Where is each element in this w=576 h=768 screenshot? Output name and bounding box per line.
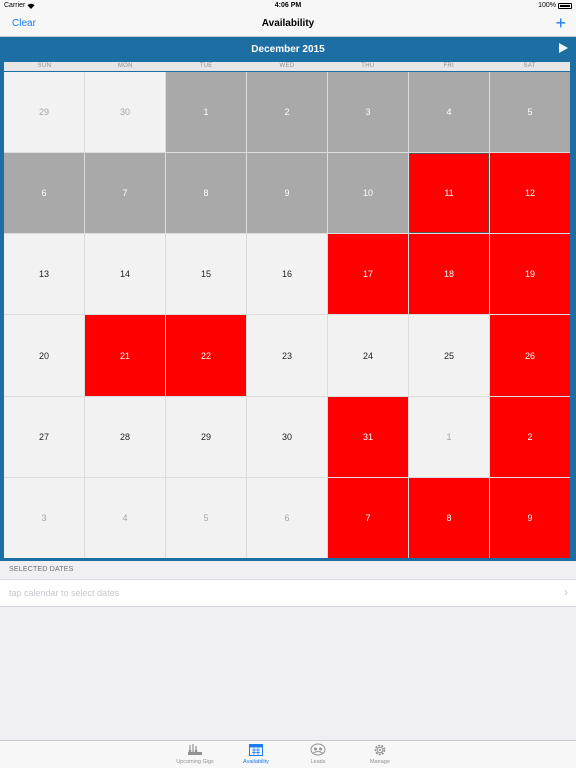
tab-manage[interactable]: Manage xyxy=(350,743,410,768)
tab-leads[interactable]: Leads xyxy=(288,743,348,768)
calendar-day-past[interactable]: 9 xyxy=(247,153,327,234)
battery-percent: 100% xyxy=(538,2,556,9)
calendar-day-avail[interactable]: 29 xyxy=(166,396,246,477)
weekday-sun: SUN xyxy=(37,63,52,69)
calendar-day-booked[interactable]: 19 xyxy=(490,234,570,315)
weekday-tue: TUE xyxy=(199,63,213,69)
calendar-header: December 2015 xyxy=(2,39,574,61)
tab-upcoming-gigs-label: Upcoming Gigs xyxy=(176,759,214,765)
calendar-day-booked[interactable]: 31 xyxy=(328,396,408,477)
calendar-day-avail[interactable]: 25 xyxy=(409,315,489,396)
selected-dates-placeholder: tap calendar to select dates xyxy=(9,588,120,598)
leads-icon xyxy=(288,743,348,758)
calendar-day-booked[interactable]: 22 xyxy=(166,315,246,396)
calendar-grid: 29 30 1 2 3 4 5 6 7 8 9 10 11 12 13 14 15 16 17 18 19 20 21 22 2… xyxy=(4,72,570,558)
month-label: December 2015 xyxy=(251,44,325,55)
tab-leads-label: Leads xyxy=(310,759,326,765)
calendar-day-past[interactable]: 10 xyxy=(328,153,408,234)
weekday-thu: THU xyxy=(361,63,375,69)
tab-availability-label: Availability xyxy=(243,759,269,765)
calendar-day-past[interactable]: 8 xyxy=(166,153,246,234)
calendar-day-other[interactable]: 3 xyxy=(4,477,84,558)
selected-dates-row[interactable]: tap calendar to select dates › xyxy=(0,579,576,607)
page-title: Availability xyxy=(261,18,315,29)
weekday-wed: WED xyxy=(279,63,295,69)
calendar-day-past[interactable]: 5 xyxy=(490,72,570,153)
calendar-icon xyxy=(226,743,286,758)
calendar-day-other[interactable]: 5 xyxy=(166,477,246,558)
weekday-header: SUN MON TUE WED THU FRI SAT xyxy=(4,62,570,71)
upcoming-gigs-icon xyxy=(165,743,225,758)
calendar-day-booked[interactable]: 7 xyxy=(328,477,408,558)
calendar-day-avail[interactable]: 27 xyxy=(4,396,84,477)
calendar-day-booked[interactable]: 26 xyxy=(490,315,570,396)
calendar-day-booked[interactable]: 2 xyxy=(490,396,570,477)
gear-icon xyxy=(350,743,410,758)
next-month-button[interactable] xyxy=(559,43,568,56)
tab-bar: Upcoming Gigs Availability Leads Manage xyxy=(0,740,576,768)
calendar-day-other[interactable]: 29 xyxy=(4,72,84,153)
chevron-right-icon: › xyxy=(564,585,568,599)
calendar-day-booked[interactable]: 17 xyxy=(328,234,408,315)
calendar-day-other[interactable]: 6 xyxy=(247,477,327,558)
play-right-icon xyxy=(559,43,568,53)
calendar-day-avail[interactable]: 13 xyxy=(4,234,84,315)
calendar: December 2015 SUN MON TUE WED THU FRI SA… xyxy=(0,37,576,561)
weekday-sat: SAT xyxy=(523,63,536,69)
calendar-day-avail[interactable]: 24 xyxy=(328,315,408,396)
calendar-day-booked[interactable]: 11 xyxy=(409,153,489,234)
tab-upcoming-gigs[interactable]: Upcoming Gigs xyxy=(165,743,225,768)
tab-manage-label: Manage xyxy=(370,759,390,765)
calendar-day-other[interactable]: 30 xyxy=(85,72,165,153)
calendar-day-booked[interactable]: 12 xyxy=(490,153,570,234)
calendar-day-booked[interactable]: 8 xyxy=(409,477,489,558)
status-time: 4:06 PM xyxy=(274,2,302,9)
calendar-day-past[interactable]: 2 xyxy=(247,72,327,153)
calendar-day-avail[interactable]: 23 xyxy=(247,315,327,396)
calendar-day-booked[interactable]: 18 xyxy=(409,234,489,315)
calendar-day-past[interactable]: 6 xyxy=(4,153,84,234)
navigation-bar: Clear Availability + xyxy=(0,12,576,37)
calendar-day-other[interactable]: 4 xyxy=(85,477,165,558)
calendar-day-booked[interactable]: 21 xyxy=(85,315,165,396)
calendar-day-other[interactable]: 1 xyxy=(409,396,489,477)
calendar-day-past[interactable]: 4 xyxy=(409,72,489,153)
weekday-mon: MON xyxy=(117,63,133,69)
calendar-day-avail[interactable]: 16 xyxy=(247,234,327,315)
calendar-day-avail[interactable]: 30 xyxy=(247,396,327,477)
calendar-day-avail[interactable]: 14 xyxy=(85,234,165,315)
calendar-day-avail[interactable]: 20 xyxy=(4,315,84,396)
battery-info: 100% xyxy=(538,2,572,9)
battery-icon xyxy=(558,2,572,9)
calendar-day-past[interactable]: 1 xyxy=(166,72,246,153)
weekday-fri: FRI xyxy=(443,63,455,69)
status-bar: Carrier 4:06 PM 100% xyxy=(0,0,576,12)
calendar-day-booked[interactable]: 9 xyxy=(490,477,570,558)
calendar-day-avail[interactable]: 15 xyxy=(166,234,246,315)
calendar-day-avail[interactable]: 28 xyxy=(85,396,165,477)
tab-availability[interactable]: Availability xyxy=(226,743,286,768)
selected-dates-header: SELECTED DATES xyxy=(9,566,74,573)
calendar-day-past[interactable]: 3 xyxy=(328,72,408,153)
add-button[interactable]: + xyxy=(555,13,566,33)
calendar-day-past[interactable]: 7 xyxy=(85,153,165,234)
selected-dates-section: SELECTED DATES xyxy=(0,561,576,579)
